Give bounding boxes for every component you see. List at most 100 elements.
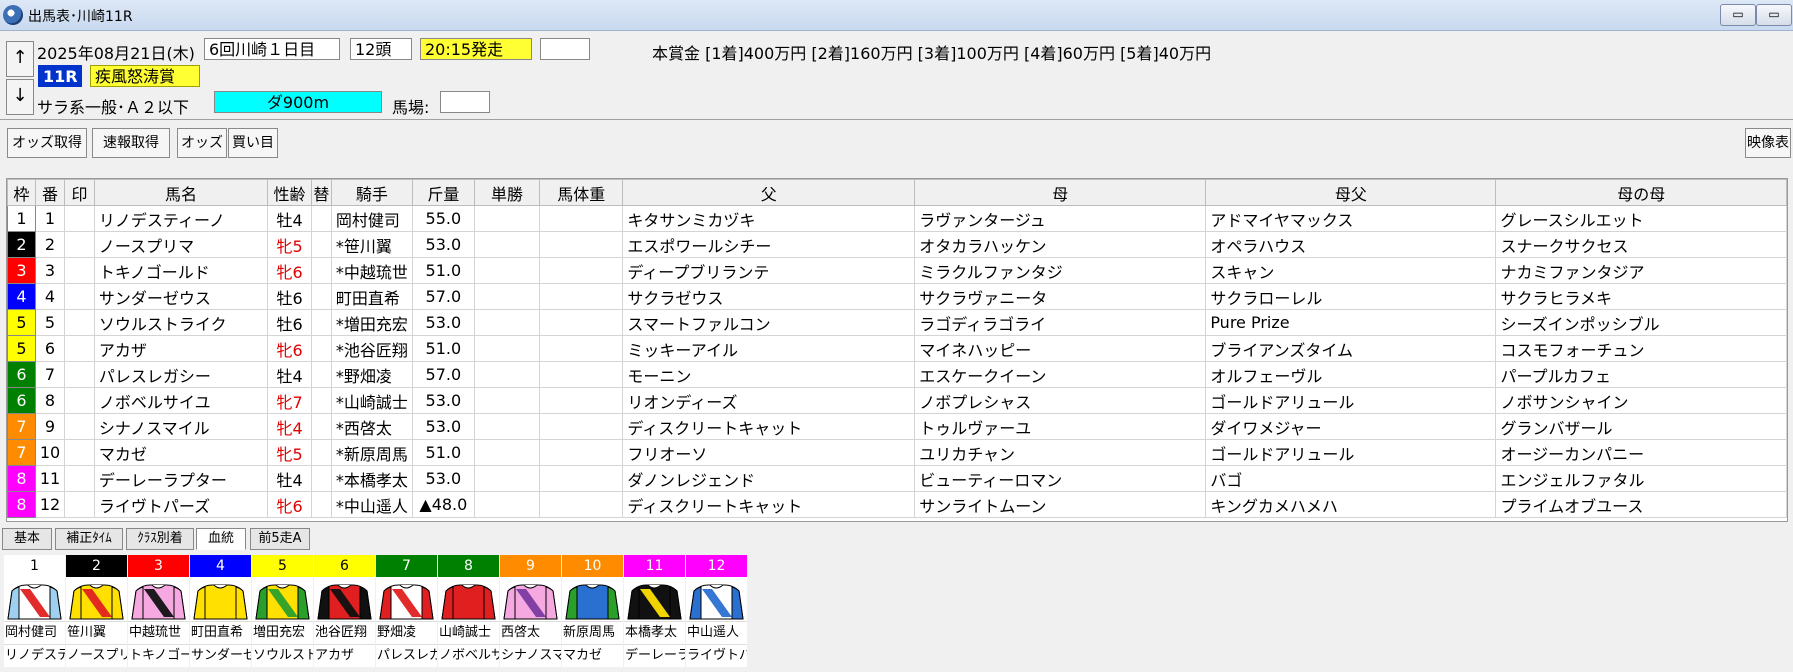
kaime-button[interactable]: 買い目 <box>228 128 278 158</box>
silk-card[interactable]: 12 中山遥人ライヴトパーズ <box>686 555 747 667</box>
mark-cell[interactable] <box>64 387 95 414</box>
horse-number-cell[interactable]: 8 <box>34 387 66 414</box>
sex-age-cell[interactable]: 牝4 <box>267 413 312 440</box>
damsire-cell[interactable]: サクラローレル <box>1205 283 1497 310</box>
mark-cell[interactable] <box>64 205 95 232</box>
weight-cell[interactable]: 53.0 <box>411 309 475 336</box>
tab-4[interactable]: 前5走A <box>250 528 310 550</box>
dam-cell[interactable]: ミラクルファンタジ <box>914 257 1207 284</box>
silk-card[interactable]: 4 町田直希サンダーゼウス <box>190 555 251 667</box>
sex-age-cell[interactable]: 牝5 <box>267 231 312 258</box>
horse-number-cell[interactable]: 7 <box>34 361 66 388</box>
sire-cell[interactable]: ディスクリートキャット <box>622 413 916 440</box>
table-row[interactable]: 4 4 サンダーゼウス 牡6 町田直希 57.0 サクラゼウス サクラヴァニータ サクラローレル… <box>7 283 1787 310</box>
jockey-cell[interactable]: *中山遥人 <box>330 491 413 518</box>
sex-age-cell[interactable]: 牡4 <box>267 465 312 492</box>
dam-cell[interactable]: マイネハッピー <box>914 335 1207 362</box>
jockey-change-cell[interactable] <box>310 205 332 232</box>
horse-number-cell[interactable]: 12 <box>34 491 66 518</box>
dam-cell[interactable]: サンライトムーン <box>914 491 1207 518</box>
silk-card[interactable]: 3 中越琉世トキノゴールド <box>128 555 189 667</box>
damsire-cell[interactable]: オペラハウス <box>1205 231 1497 258</box>
mark-cell[interactable] <box>64 361 95 388</box>
silk-card[interactable]: 5 増田充宏ソウルストライク <box>252 555 313 667</box>
win-odds-cell[interactable] <box>473 413 541 440</box>
granddam-cell[interactable]: パープルカフェ <box>1495 361 1787 388</box>
damsire-cell[interactable]: スキャン <box>1205 257 1497 284</box>
table-row[interactable]: 3 3 トキノゴールド 牝6 *中越琉世 51.0 ディープブリランテ ミラクルファンタジ スキ… <box>7 257 1787 284</box>
horse-name-cell[interactable]: ノボベルサイユ <box>93 387 269 414</box>
weight-cell[interactable]: 53.0 <box>411 387 475 414</box>
table-row[interactable]: 6 7 パレスレガシー 牡4 *野畑凌 57.0 モーニン エスケークイーン オルフェーヴル パー… <box>7 361 1787 388</box>
horse-number-cell[interactable]: 1 <box>34 205 66 232</box>
col-sexage[interactable]: 性齢 <box>267 179 312 206</box>
dam-cell[interactable]: サクラヴァニータ <box>914 283 1207 310</box>
weight-cell[interactable]: 55.0 <box>411 205 475 232</box>
win-odds-cell[interactable] <box>473 205 541 232</box>
table-row[interactable]: 5 5 ソウルストライク 牡6 *増田充宏 53.0 スマートファルコン ラゴディラゴライ Pu… <box>7 309 1787 336</box>
sex-age-cell[interactable]: 牝6 <box>267 335 312 362</box>
jockey-change-cell[interactable] <box>310 283 332 310</box>
col-change[interactable]: 替 <box>310 179 332 206</box>
jockey-change-cell[interactable] <box>310 335 332 362</box>
horse-name-cell[interactable]: トキノゴールド <box>93 257 269 284</box>
tab-3[interactable]: 血統 <box>196 528 246 550</box>
horse-number-cell[interactable]: 6 <box>34 335 66 362</box>
win-odds-cell[interactable] <box>473 361 541 388</box>
waku-cell[interactable]: 3 <box>7 257 36 284</box>
dam-cell[interactable]: ラヴァンタージュ <box>914 205 1207 232</box>
video-button[interactable]: 映像表 <box>1745 128 1791 158</box>
odds-fetch-button[interactable]: オッズ取得 <box>7 128 87 158</box>
col-waku[interactable]: 枠 <box>7 179 36 206</box>
jockey-change-cell[interactable] <box>310 413 332 440</box>
waku-cell[interactable]: 8 <box>7 465 36 492</box>
body-weight-cell[interactable] <box>539 361 624 388</box>
body-weight-cell[interactable] <box>539 439 624 466</box>
mark-cell[interactable] <box>64 231 95 258</box>
weight-cell[interactable]: 51.0 <box>411 439 475 466</box>
win-odds-cell[interactable] <box>473 257 541 284</box>
jockey-cell[interactable]: *増田充宏 <box>330 309 413 336</box>
granddam-cell[interactable]: エンジェルファタル <box>1495 465 1787 492</box>
silk-card[interactable]: 6 池谷匠翔 アカザ <box>314 555 375 667</box>
sex-age-cell[interactable]: 牝6 <box>267 257 312 284</box>
waku-cell[interactable]: 6 <box>7 387 36 414</box>
win-odds-cell[interactable] <box>473 231 541 258</box>
table-row[interactable]: 8 11 デーレーラプター 牡4 *本橋孝太 53.0 ダノンレジェンド ビューティーロマンバ… <box>7 465 1787 492</box>
sex-age-cell[interactable]: 牝6 <box>267 491 312 518</box>
silk-card[interactable]: 10 新原周馬 マカゼ <box>562 555 623 667</box>
jockey-change-cell[interactable] <box>310 387 332 414</box>
sire-cell[interactable]: スマートファルコン <box>622 309 916 336</box>
sex-age-cell[interactable]: 牝5 <box>267 439 312 466</box>
jockey-cell[interactable]: *中越琉世 <box>330 257 413 284</box>
win-odds-cell[interactable] <box>473 335 541 362</box>
horse-name-cell[interactable]: サンダーゼウス <box>93 283 269 310</box>
col-num[interactable]: 番 <box>34 179 66 206</box>
tab-1[interactable]: 補正ﾀｲﾑ <box>55 528 123 550</box>
mark-cell[interactable] <box>64 439 95 466</box>
dam-cell[interactable]: ラゴディラゴライ <box>914 309 1207 336</box>
sex-age-cell[interactable]: 牡6 <box>267 309 312 336</box>
granddam-cell[interactable]: シーズインポッシブル <box>1495 309 1787 336</box>
sire-cell[interactable]: ディープブリランテ <box>622 257 916 284</box>
body-weight-cell[interactable] <box>539 309 624 336</box>
body-weight-cell[interactable] <box>539 257 624 284</box>
mark-cell[interactable] <box>64 491 95 518</box>
waku-cell[interactable]: 8 <box>7 491 36 518</box>
damsire-cell[interactable]: バゴ <box>1205 465 1497 492</box>
horse-number-cell[interactable]: 11 <box>34 465 66 492</box>
col-horse[interactable]: 馬名 <box>93 179 269 206</box>
table-row[interactable]: 2 2 ノースプリマ 牝5 *笹川翼 53.0 エスポワールシチー オタカラハッケン オペラハウ… <box>7 231 1787 258</box>
odds-button[interactable]: オッズ <box>177 128 227 158</box>
sire-cell[interactable]: サクラゼウス <box>622 283 916 310</box>
jockey-cell[interactable]: *笹川翼 <box>330 231 413 258</box>
table-row[interactable]: 1 1 リノデスティーノ 牡4 岡村健司 55.0 キタサンミカヅキ ラヴァンタージュ アドマイ… <box>7 205 1787 232</box>
sex-age-cell[interactable]: 牡6 <box>267 283 312 310</box>
jockey-cell[interactable]: *池谷匠翔 <box>330 335 413 362</box>
body-weight-cell[interactable] <box>539 387 624 414</box>
jockey-change-cell[interactable] <box>310 231 332 258</box>
horse-name-cell[interactable]: パレスレガシー <box>93 361 269 388</box>
silk-card[interactable]: 7 野畑凌パレスレガシー <box>376 555 437 667</box>
sire-cell[interactable]: ミッキーアイル <box>622 335 916 362</box>
body-weight-cell[interactable] <box>539 205 624 232</box>
